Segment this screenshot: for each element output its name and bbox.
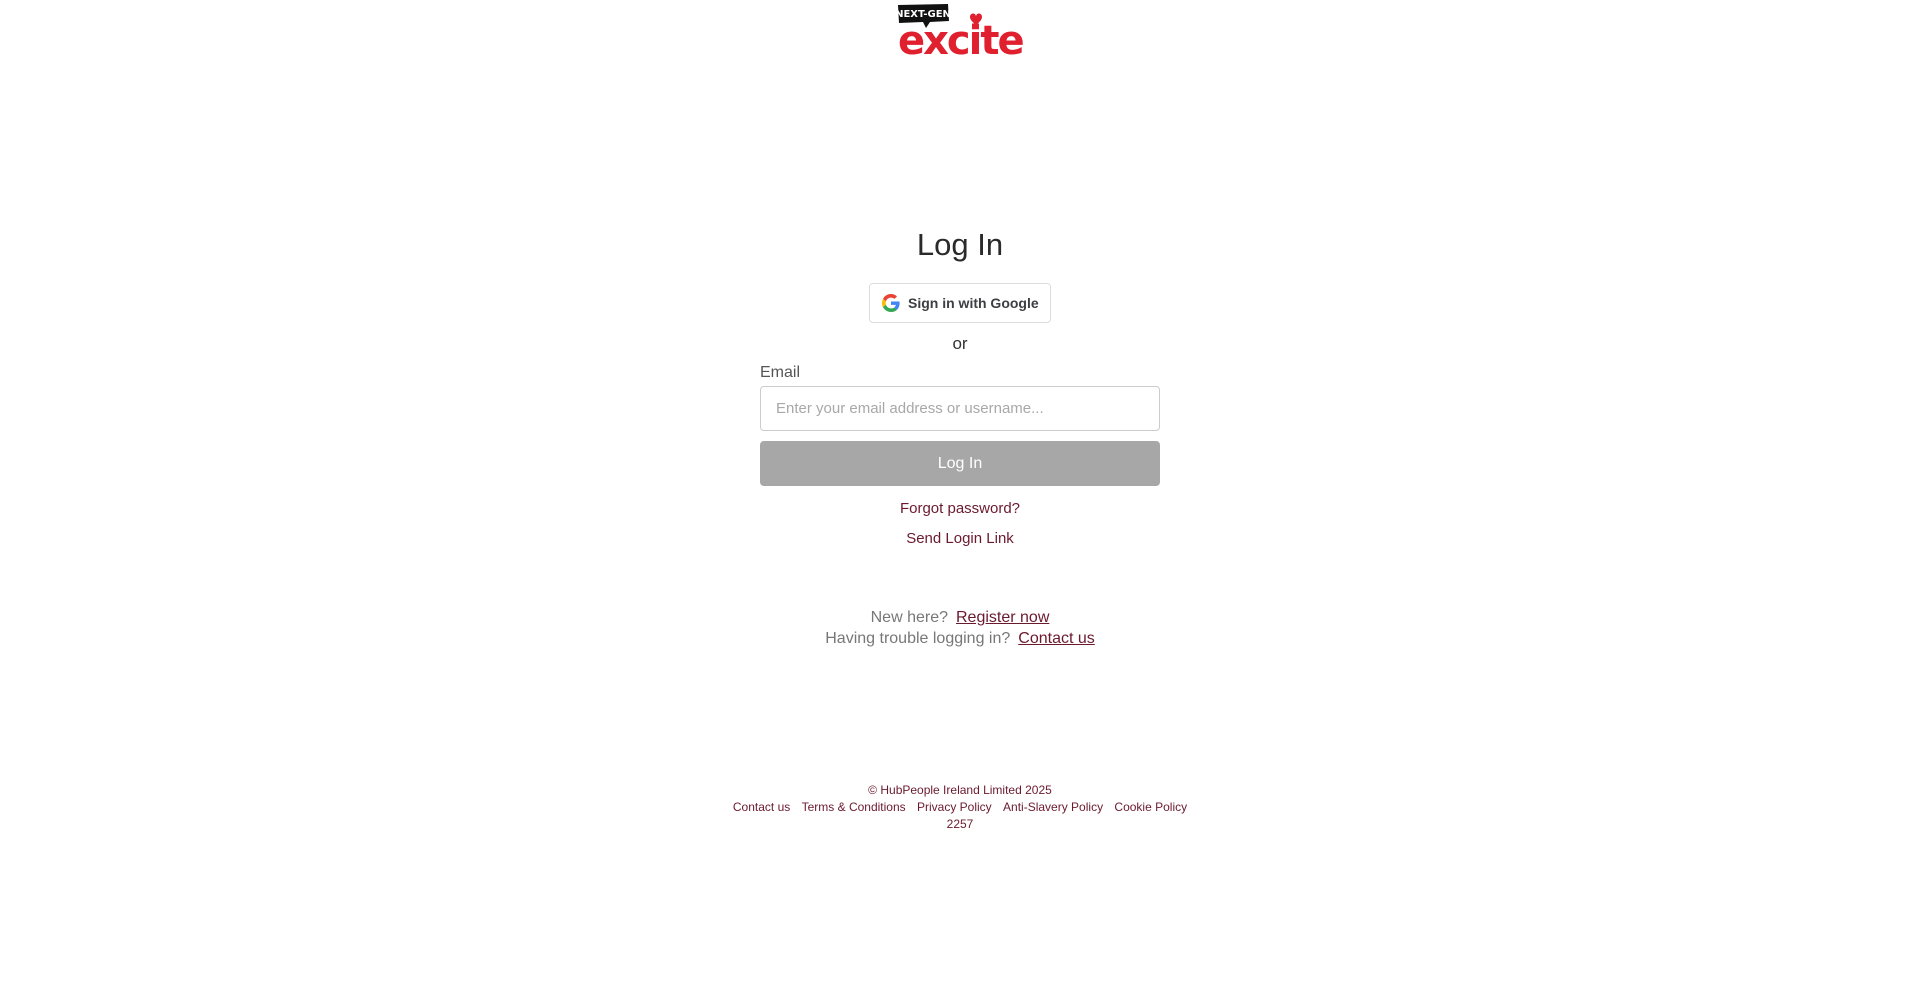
page-title: Log In (916, 227, 1004, 262)
trouble-text: Having trouble logging in? (825, 630, 1011, 647)
register-line: New here? Register now (660, 607, 1260, 628)
footer-link-privacy[interactable]: Privacy Policy (917, 800, 992, 814)
google-icon (882, 294, 900, 312)
login-form: Log In Sign in with Google or Email Log … (760, 222, 1160, 549)
login-page: NEXT-GEN excite Log In Sign in with Goog… (0, 0, 1920, 993)
help-section: New here? Register now Having trouble log… (660, 607, 1260, 649)
new-here-text: New here? (870, 609, 948, 626)
footer: © HubPeople Ireland Limited 2025 Contact… (660, 782, 1260, 833)
footer-link-anti-slavery[interactable]: Anti-Slavery Policy (1003, 800, 1103, 814)
google-signin-button[interactable]: Sign in with Google (869, 283, 1051, 323)
build-number: 2257 (946, 817, 974, 831)
logo-wordmark: excite (898, 18, 1023, 58)
contact-us-link[interactable]: Contact us (1018, 630, 1094, 647)
send-login-link[interactable]: Send Login Link (760, 529, 1160, 549)
footer-links: Contact us Terms & Conditions Privacy Po… (660, 799, 1260, 816)
footer-link-contact[interactable]: Contact us (733, 800, 790, 814)
email-field[interactable] (760, 386, 1160, 431)
google-signin-label: Sign in with Google (908, 295, 1039, 311)
forgot-password-link[interactable]: Forgot password? (760, 499, 1160, 519)
google-signin-wrapper: Sign in with Google (760, 283, 1160, 323)
copyright-text: © HubPeople Ireland Limited 2025 (868, 783, 1052, 797)
excite-logo[interactable]: NEXT-GEN excite (898, 4, 1026, 58)
login-button[interactable]: Log In (760, 441, 1160, 486)
footer-link-terms[interactable]: Terms & Conditions (802, 800, 906, 814)
register-link[interactable]: Register now (956, 609, 1049, 626)
email-label: Email (760, 364, 801, 381)
trouble-line: Having trouble logging in? Contact us (660, 628, 1260, 649)
footer-link-cookie[interactable]: Cookie Policy (1114, 800, 1187, 814)
or-divider: or (952, 334, 968, 353)
